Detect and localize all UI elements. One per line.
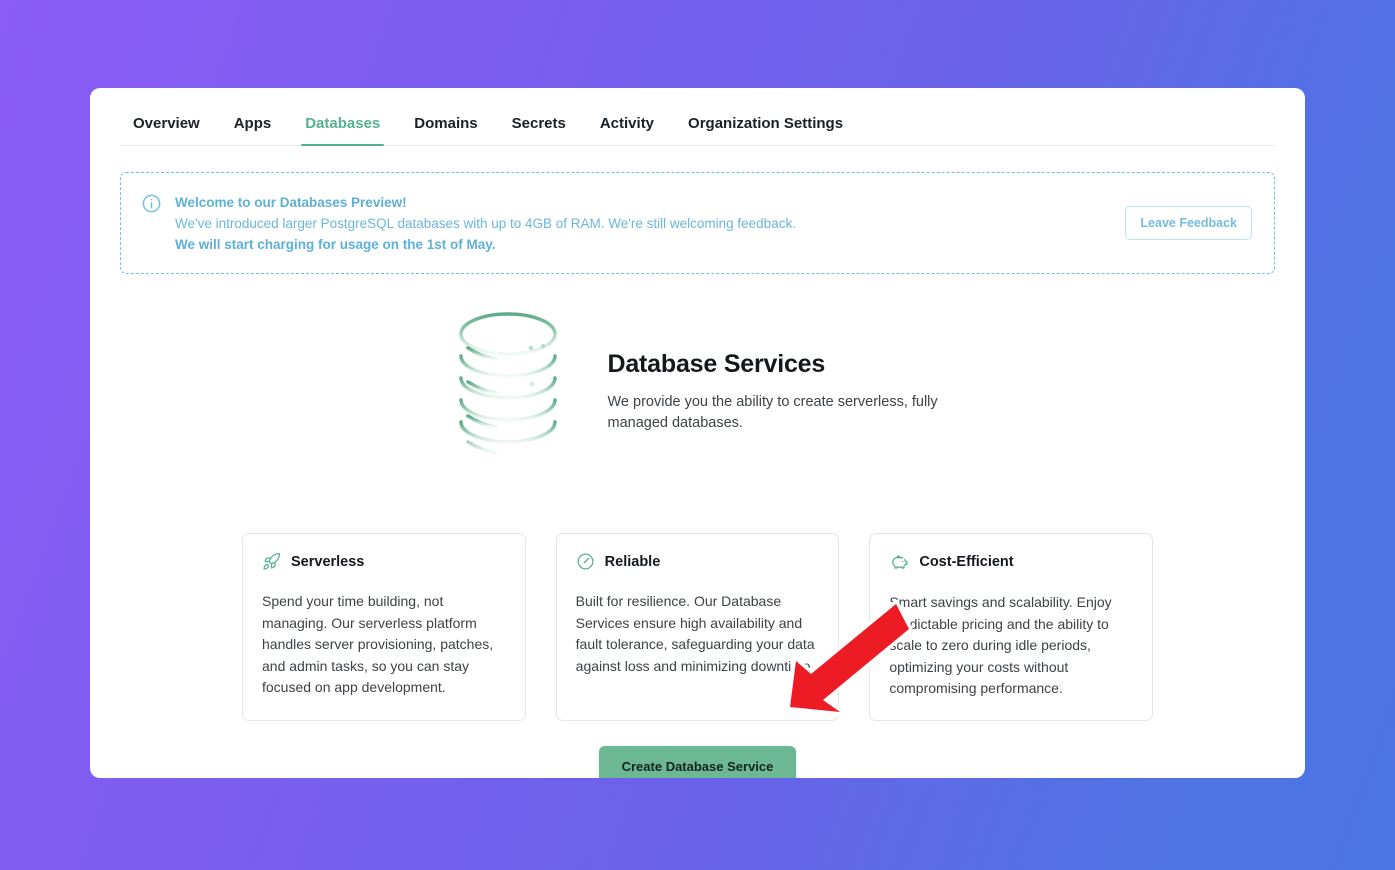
page-subtitle: We provide you the ability to create ser… xyxy=(608,392,968,434)
banner-body: We've introduced larger PostgreSQL datab… xyxy=(175,213,1112,234)
tab-databases[interactable]: Databases xyxy=(288,116,397,145)
banner-action-area: Leave Feedback xyxy=(1125,206,1252,240)
card-body: Smart savings and scalability. Enjoy pre… xyxy=(889,592,1133,700)
gauge-icon xyxy=(576,552,595,571)
databases-page-panel: Overview Apps Databases Domains Secrets … xyxy=(90,88,1305,778)
page-title: Database Services xyxy=(608,350,968,379)
card-title: Cost-Efficient xyxy=(919,554,1013,570)
tab-secrets[interactable]: Secrets xyxy=(495,116,583,145)
tab-activity[interactable]: Activity xyxy=(583,116,671,145)
tab-domains[interactable]: Domains xyxy=(397,116,494,145)
preview-info-banner: Welcome to our Databases Preview! We've … xyxy=(120,172,1275,274)
hero-copy: Database Services We provide you the abi… xyxy=(608,346,968,434)
feature-cards: Serverless Spend your time building, not… xyxy=(120,533,1275,721)
feature-card-reliable: Reliable Built for resilience. Our Datab… xyxy=(556,533,840,721)
tab-organization-settings[interactable]: Organization Settings xyxy=(671,116,860,145)
feature-card-cost-efficient: Cost-Efficient Smart savings and scalabi… xyxy=(869,533,1153,721)
card-header: Serverless xyxy=(262,552,506,571)
banner-title: Welcome to our Databases Preview! xyxy=(175,192,1112,213)
leave-feedback-button[interactable]: Leave Feedback xyxy=(1125,206,1252,240)
card-header: Cost-Efficient xyxy=(889,552,1133,572)
piggy-bank-icon xyxy=(889,552,909,572)
hero-section: Database Services We provide you the abi… xyxy=(90,304,1305,476)
cta-area: Create Database Service xyxy=(90,746,1305,779)
card-body: Built for resilience. Our Database Servi… xyxy=(576,591,820,677)
rocket-icon xyxy=(262,552,281,571)
banner-notice: We will start charging for usage on the … xyxy=(175,234,1112,255)
feature-card-serverless: Serverless Spend your time building, not… xyxy=(242,533,526,721)
tab-apps[interactable]: Apps xyxy=(217,116,289,145)
card-body: Spend your time building, not managing. … xyxy=(262,591,506,699)
database-stack-icon xyxy=(448,304,574,476)
card-header: Reliable xyxy=(576,552,820,571)
banner-text-block: Welcome to our Databases Preview! We've … xyxy=(175,191,1112,255)
info-circle-icon xyxy=(141,193,162,214)
create-database-service-button[interactable]: Create Database Service xyxy=(599,746,797,779)
card-title: Serverless xyxy=(291,554,364,570)
card-title: Reliable xyxy=(605,554,661,570)
primary-tab-bar: Overview Apps Databases Domains Secrets … xyxy=(120,88,1275,146)
tab-overview[interactable]: Overview xyxy=(120,116,217,145)
